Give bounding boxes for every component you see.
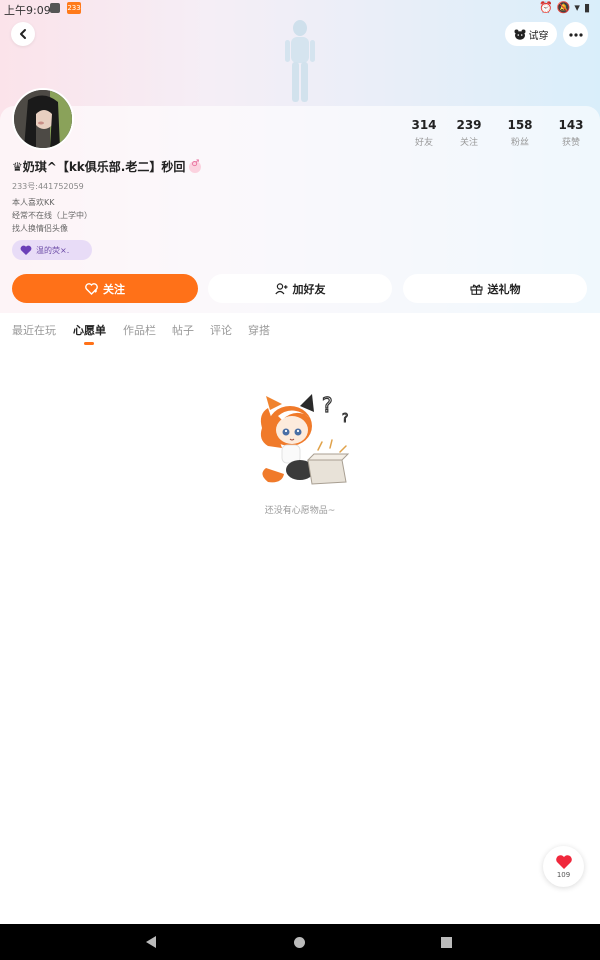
stat-label: 获赞 (561, 138, 580, 148)
stat-value: 143 (558, 118, 584, 132)
like-float-button[interactable]: 109 (543, 846, 584, 887)
stat-label: 好友 (414, 138, 433, 148)
stat-fans[interactable]: 158 粉丝 (495, 118, 545, 148)
empty-state-message: 还没有心愿物品~ (264, 506, 336, 516)
app-notification-icon: 233 (67, 2, 81, 14)
stat-likes[interactable]: 143 获赞 (546, 118, 596, 148)
nav-recent-apps-icon[interactable] (441, 937, 452, 948)
status-time: 上午9:09 (4, 4, 51, 17)
more-options-button[interactable] (563, 22, 588, 47)
tab-posts[interactable]: 帖子 (172, 322, 194, 338)
stat-label: 关注 (459, 138, 478, 148)
add-friend-button[interactable]: 加好友 (208, 274, 392, 303)
gift-icon (469, 284, 483, 295)
profile-tabs: 最近在玩 心愿单 作品栏 帖子 评论 穿搭 (0, 313, 600, 347)
bio-line: 经常不在线（上学中） (12, 211, 92, 220)
stat-value: 158 (507, 118, 533, 132)
stat-label: 粉丝 (510, 138, 529, 148)
status-icons: ⏰🔕▾▮ (539, 1, 594, 14)
tab-recently-played[interactable]: 最近在玩 (12, 322, 56, 338)
empty-wishlist-illustration: ? ? (260, 392, 350, 485)
like-count: 109 (556, 871, 571, 879)
add-friend-label: 加好友 (292, 282, 326, 296)
active-tab-indicator (84, 342, 94, 345)
svg-text:?: ? (322, 393, 333, 417)
svg-text:?: ? (342, 411, 348, 425)
stat-value: 239 (456, 118, 482, 132)
nav-back-icon[interactable] (146, 936, 156, 948)
status-bar: 上午9:09 233 ⏰🔕▾▮ (0, 0, 600, 18)
avatar-3d-figure (285, 20, 315, 102)
more-dots-icon (568, 32, 583, 37)
heart-icon (555, 855, 572, 869)
send-gift-label: 送礼物 (487, 282, 521, 296)
bio: 本人喜欢KK 经常不在线（上学中） 找人换情侣头像 (12, 196, 92, 235)
stat-friends[interactable]: 314 好友 (399, 118, 449, 148)
tab-wishlist[interactable]: 心愿单 (73, 322, 106, 338)
try-on-label: 试穿 (528, 30, 549, 42)
follow-label: 关注 (103, 282, 125, 296)
nav-home-icon[interactable] (294, 937, 305, 948)
system-navigation-bar (0, 924, 600, 960)
bio-line: 找人换情侣头像 (12, 224, 68, 233)
tab-comments[interactable]: 评论 (210, 322, 232, 338)
add-user-icon (274, 282, 287, 294)
try-on-button[interactable]: 试穿 (505, 22, 557, 46)
tab-outfits[interactable]: 穿搭 (248, 322, 270, 338)
send-gift-button[interactable]: 送礼物 (403, 274, 587, 303)
stat-value: 314 (411, 118, 437, 132)
back-button[interactable] (11, 22, 35, 46)
chevron-left-icon (20, 29, 26, 39)
heart-plus-icon (85, 282, 98, 295)
relationship-tag[interactable]: 温的荧×. (12, 240, 92, 260)
avatar[interactable] (12, 88, 74, 150)
stat-following[interactable]: 239 关注 (444, 118, 494, 148)
follow-button[interactable]: 关注 (12, 274, 198, 303)
gallery-icon (50, 3, 60, 13)
bio-line: 本人喜欢KK (12, 198, 55, 207)
user-id: 233号:441752059 (12, 182, 84, 191)
heart-icon (20, 245, 32, 255)
relationship-tag-label: 温的荧×. (36, 245, 70, 255)
bear-icon (514, 29, 525, 40)
gender-icon (189, 159, 202, 173)
avatar-photo (14, 90, 72, 148)
profile-nickname-row: ♛奶琪^【kk俱乐部.老二】秒回 (12, 158, 202, 175)
nickname: ♛奶琪^【kk俱乐部.老二】秒回 (12, 160, 186, 174)
tab-works[interactable]: 作品栏 (123, 322, 156, 338)
